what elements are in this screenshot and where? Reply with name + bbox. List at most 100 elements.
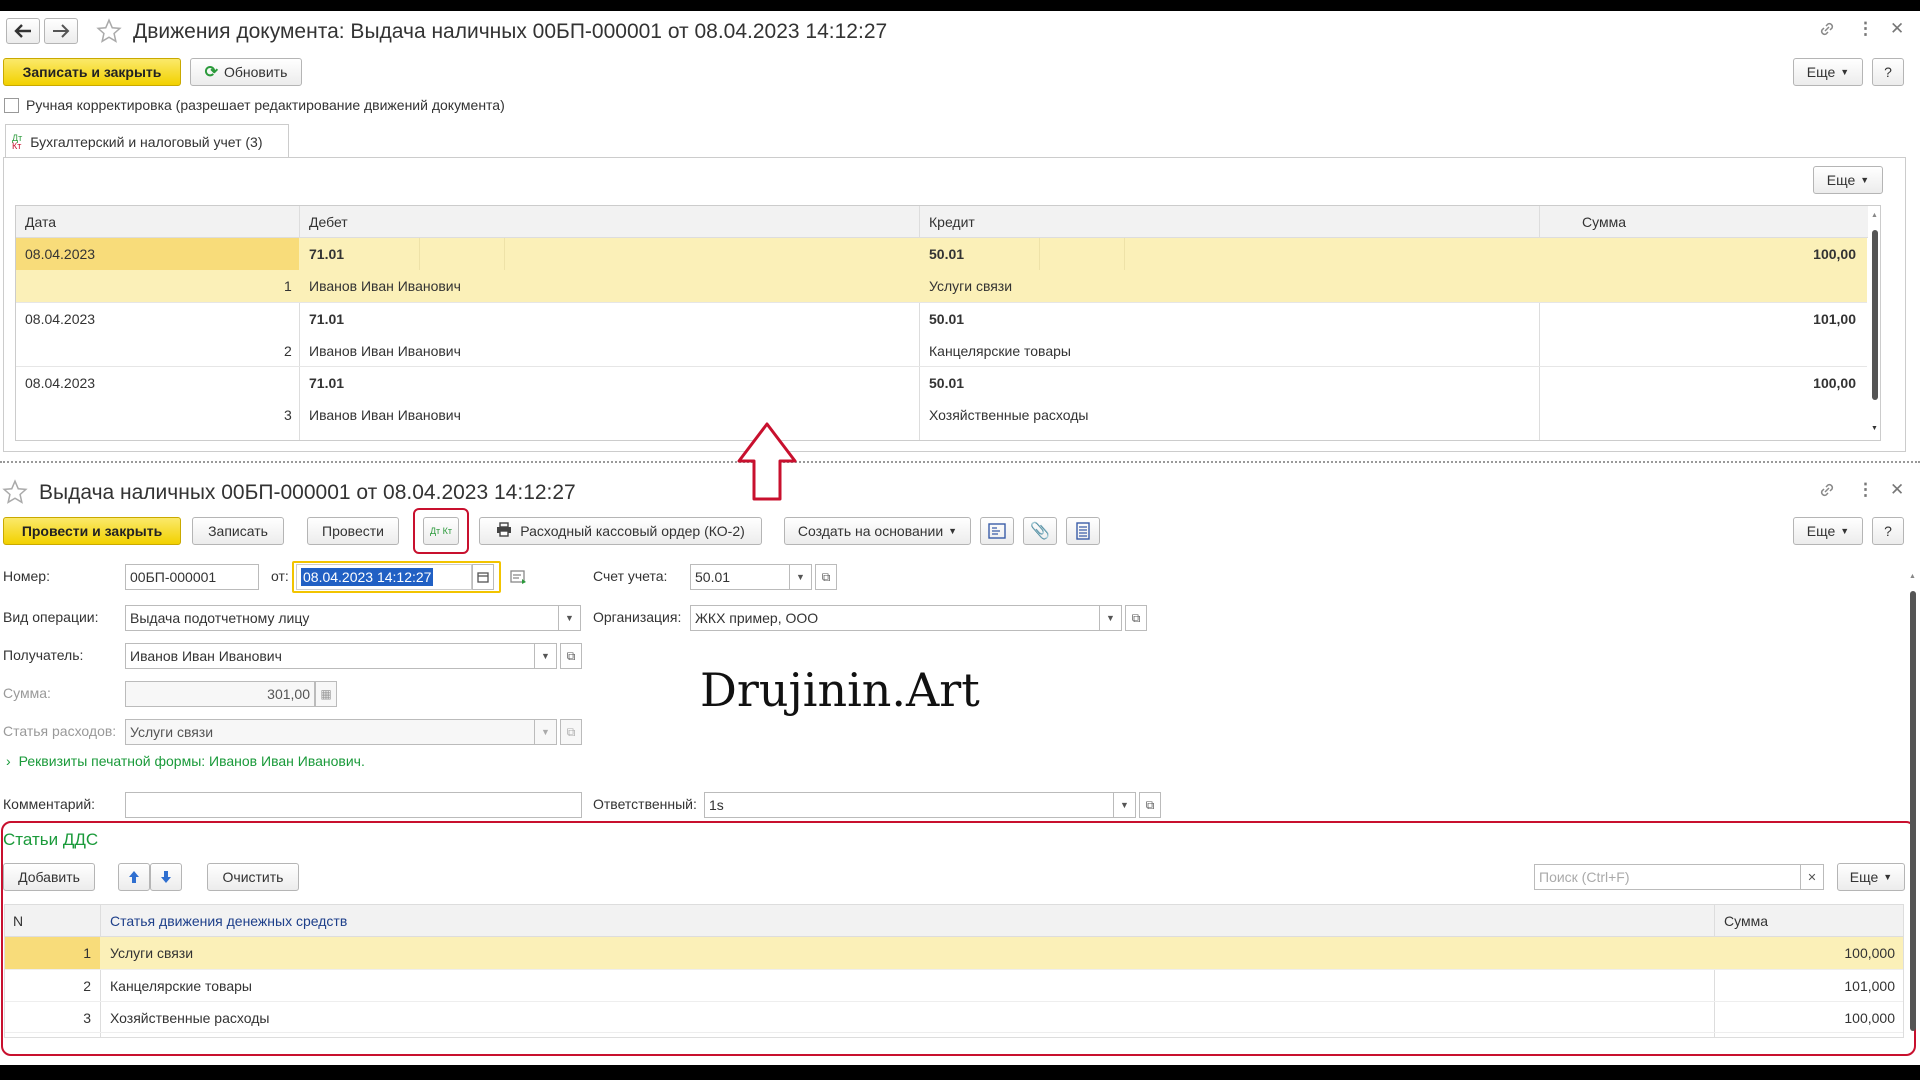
responsible-field[interactable]: 1s	[704, 792, 1114, 818]
movements-table: Дата Дебет Кредит Сумма 08.04.2023 1 71.…	[15, 205, 1881, 441]
close-icon[interactable]: ✕	[1890, 19, 1904, 39]
expense-dropdown: ▼	[535, 719, 557, 745]
tab-accounting[interactable]: Дт Кт Бухгалтерский и налоговый учет (3)	[5, 124, 289, 158]
forward-button[interactable]	[44, 18, 78, 44]
top-window-title: Движения документа: Выдача наличных 00БП…	[133, 20, 888, 43]
calendar-button[interactable]	[472, 564, 494, 590]
col-date[interactable]: Дата	[25, 214, 56, 230]
post-button[interactable]: Провести	[307, 517, 399, 545]
link-icon[interactable]	[1818, 20, 1836, 43]
open-icon: ⧉	[566, 648, 576, 663]
recipient-dropdown[interactable]: ▼	[535, 643, 557, 669]
responsible-open-button[interactable]: ⧉	[1139, 792, 1161, 818]
write-button[interactable]: Записать	[192, 517, 284, 545]
doc-link-icon[interactable]	[1818, 481, 1836, 504]
doc-close-icon[interactable]: ✕	[1890, 480, 1904, 500]
col-dds-sum[interactable]: Сумма	[1724, 913, 1768, 929]
table-row[interactable]: 1 Услуги связи 100,000	[5, 937, 1903, 969]
recipient-field[interactable]: Иванов Иван Иванович	[125, 643, 535, 669]
col-sum[interactable]: Сумма	[1582, 214, 1626, 230]
arrow-down-icon	[161, 871, 171, 883]
report-icon	[1076, 522, 1090, 540]
back-button[interactable]	[6, 18, 40, 44]
search-input[interactable]: Поиск (Ctrl+F)	[1534, 864, 1802, 890]
sum-value: 301,00	[267, 686, 310, 702]
structure-button[interactable]	[980, 517, 1014, 545]
chevron-down-icon: ▼	[541, 651, 550, 661]
organization-dropdown[interactable]: ▼	[1100, 605, 1122, 631]
comment-label: Комментарий:	[3, 796, 96, 812]
print-cash-order-button[interactable]: Расходный кассовый ордер (КО-2)	[479, 517, 762, 545]
scroll-up-icon[interactable]: ▲	[1909, 573, 1916, 580]
row-debit-sub: Иванов Иван Иванович	[309, 278, 461, 294]
history-icon[interactable]	[510, 569, 528, 588]
recipient-open-button[interactable]: ⧉	[560, 643, 582, 669]
operation-field[interactable]: Выдача подотчетному лицу	[125, 605, 559, 631]
dds-more-button[interactable]: Еще ▼	[1837, 863, 1905, 891]
operation-dropdown[interactable]: ▼	[559, 605, 581, 631]
account-open-button[interactable]: ⧉	[815, 564, 837, 590]
row-debit-sub: Иванов Иван Иванович	[309, 407, 461, 423]
comment-field[interactable]	[125, 792, 582, 818]
col-n[interactable]: N	[13, 913, 23, 929]
scroll-down-icon[interactable]: ▼	[1871, 425, 1878, 432]
kebab-menu-icon[interactable]: ⋮	[1857, 19, 1874, 39]
favorite-star-icon[interactable]	[96, 18, 122, 47]
number-field[interactable]: 00БП-000001	[125, 564, 259, 590]
row-n: 1	[83, 945, 91, 961]
col-credit[interactable]: Кредит	[929, 214, 975, 230]
save-and-close-button[interactable]: Записать и закрыть	[3, 58, 181, 86]
scroll-thumb[interactable]	[1872, 230, 1878, 400]
manual-correction-checkbox[interactable]	[4, 98, 19, 113]
attach-button[interactable]: 📎	[1023, 517, 1057, 545]
table-scrollbar[interactable]: ▲ ▼	[1868, 206, 1880, 440]
clear-button[interactable]: Очистить	[207, 863, 299, 891]
move-down-button[interactable]	[150, 863, 182, 891]
row-sum: 100,000	[1844, 945, 1895, 961]
search-clear-button[interactable]: ✕	[1800, 864, 1824, 890]
show-movements-button[interactable]: Дт Кт	[423, 517, 459, 545]
organization-label: Организация:	[593, 609, 682, 625]
form-scrollbar[interactable]: ▲	[1909, 573, 1917, 1043]
post-and-close-button[interactable]: Провести и закрыть	[3, 517, 181, 545]
row-debit-sub: Иванов Иван Иванович	[309, 343, 461, 359]
top-more-button[interactable]: Еще ▼	[1793, 58, 1863, 86]
row-sum: 100,00	[1813, 375, 1856, 391]
refresh-button[interactable]: ⟳ Обновить	[190, 58, 302, 86]
doc-more-button[interactable]: Еще ▼	[1793, 517, 1863, 545]
create-based-on-button[interactable]: Создать на основании ▼	[784, 517, 971, 545]
date-field[interactable]: 08.04.2023 14:12:27	[296, 564, 472, 590]
account-field[interactable]: 50.01	[690, 564, 790, 590]
move-up-button[interactable]	[118, 863, 150, 891]
table-row[interactable]: 2 Канцелярские товары 101,000	[5, 969, 1903, 1001]
top-help-button[interactable]: ?	[1872, 58, 1904, 86]
structure-icon	[988, 523, 1006, 539]
report-button[interactable]	[1066, 517, 1100, 545]
add-button[interactable]: Добавить	[3, 863, 95, 891]
more-label: Еще	[1826, 172, 1856, 188]
scroll-thumb[interactable]	[1910, 591, 1916, 1031]
doc-window-title: Выдача наличных 00БП-000001 от 08.04.202…	[39, 481, 576, 504]
row-number: 2	[284, 343, 292, 359]
scroll-up-icon[interactable]: ▲	[1871, 212, 1878, 219]
table-row[interactable]: 08.04.2023 2 71.01 Иванов Иван Иванович …	[16, 302, 1867, 366]
organization-open-button[interactable]: ⧉	[1125, 605, 1147, 631]
responsible-dropdown[interactable]: ▼	[1114, 792, 1136, 818]
col-cash-flow-item[interactable]: Статья движения денежных средств	[110, 913, 347, 929]
table-row[interactable]: 3 Хозяйственные расходы 100,000	[5, 1001, 1903, 1033]
row-sum: 101,000	[1844, 978, 1895, 994]
doc-favorite-star-icon[interactable]	[2, 479, 28, 508]
table-row[interactable]: 08.04.2023 1 71.01 Иванов Иван Иванович …	[16, 238, 1867, 302]
recipient-label: Получатель:	[3, 647, 84, 663]
row-item: Хозяйственные расходы	[110, 1010, 270, 1026]
organization-field[interactable]: ЖКХ пример, ООО	[690, 605, 1100, 631]
account-dropdown[interactable]: ▼	[790, 564, 812, 590]
requisites-expander[interactable]: › Реквизиты печатной формы: Иванов Иван …	[6, 753, 365, 769]
table-more-button[interactable]: Еще ▼	[1813, 166, 1883, 194]
doc-kebab-menu-icon[interactable]: ⋮	[1857, 480, 1874, 500]
doc-help-button[interactable]: ?	[1872, 517, 1904, 545]
table-row[interactable]: 08.04.2023 3 71.01 Иванов Иван Иванович …	[16, 366, 1867, 430]
arrow-left-icon	[14, 24, 31, 38]
dt-kt-icon: Дт Кт	[12, 132, 23, 151]
col-debit[interactable]: Дебет	[309, 214, 348, 230]
